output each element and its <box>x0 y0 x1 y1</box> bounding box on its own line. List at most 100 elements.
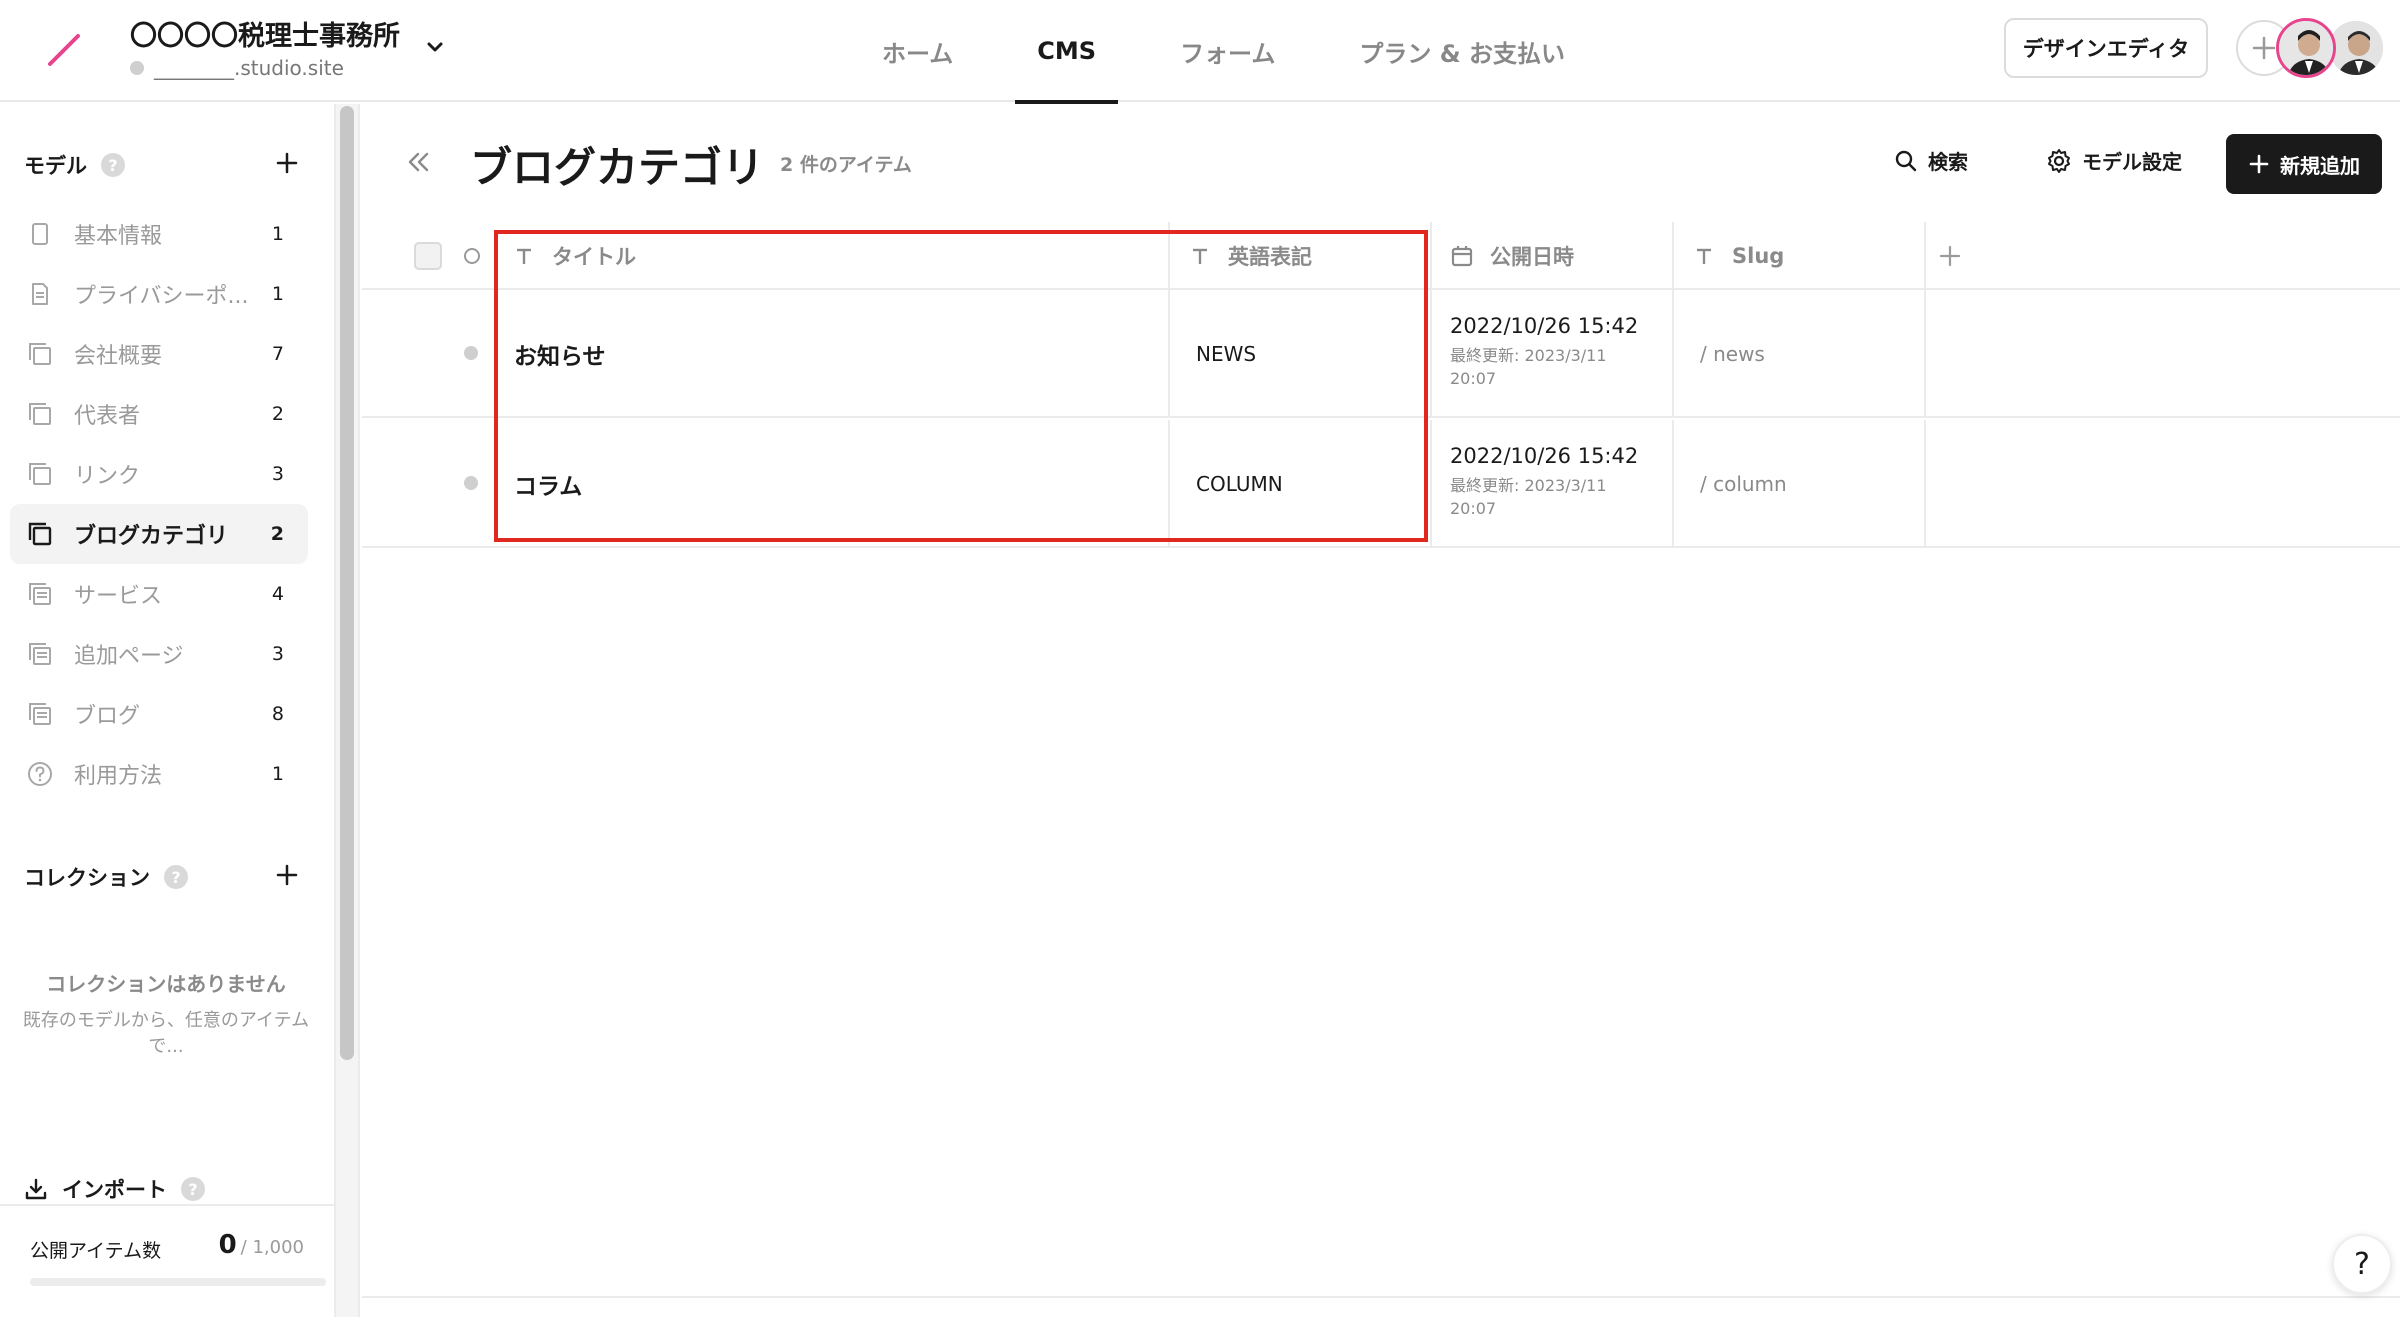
sidebar-item-how-to-use[interactable]: 利用方法 1 <box>10 744 308 804</box>
sidebar-item-count: 3 <box>271 463 284 485</box>
empty-collections-title: コレクションはありません <box>46 972 286 996</box>
cell-english[interactable]: NEWS <box>1168 290 1430 418</box>
sidebar-item-basic-info[interactable]: 基本情報 1 <box>10 204 308 264</box>
collection-icon <box>29 463 51 485</box>
sidebar-item-count: 4 <box>271 583 284 605</box>
site-url-row: ________.studio.site <box>130 56 344 80</box>
top-bar: 〇〇〇〇税理士事務所 ________.studio.site ホーム CMS … <box>0 0 2400 104</box>
add-collection-button[interactable] <box>274 862 300 888</box>
select-all-checkbox[interactable] <box>414 242 442 270</box>
import-button[interactable]: インポート ? <box>24 1174 205 1204</box>
add-item-label: 新規追加 <box>2280 153 2360 178</box>
cell-empty <box>1924 420 2400 548</box>
models-heading: モデル ? <box>24 150 125 180</box>
sidebar-item-count: 1 <box>271 223 284 245</box>
table-row[interactable]: お知らせ NEWS 2022/10/26 15:42 最終更新: 2023/3/… <box>362 290 2400 418</box>
cell-english[interactable]: COLUMN <box>1168 420 1430 548</box>
sidebar-item-label: プライバシーポ... <box>74 284 249 309</box>
sidebar-item-label: ブログ <box>74 704 141 729</box>
table-row[interactable]: コラム COLUMN 2022/10/26 15:42 最終更新: 2023/3… <box>362 420 2400 548</box>
column-header-english[interactable]: 英語表記 <box>1168 222 1428 290</box>
draft-status-dot <box>464 476 478 490</box>
list-collection-icon <box>29 703 51 725</box>
studio-logo-icon[interactable] <box>44 30 84 70</box>
site-name[interactable]: 〇〇〇〇税理士事務所 <box>130 14 400 53</box>
empty-collections-desc: 既存のモデルから、任意のアイテムで... <box>22 1010 310 1057</box>
cell-title[interactable]: お知らせ <box>494 290 1168 418</box>
plus-icon <box>2252 36 2276 60</box>
published-count-limit: / 1,000 <box>240 1237 304 1258</box>
sidebar-scrollbar[interactable] <box>340 106 354 1060</box>
published-count-value: 0 <box>218 1230 237 1260</box>
cell-published-at[interactable]: 2022/10/26 15:42 最終更新: 2023/3/11 20:07 <box>1430 290 1672 418</box>
list-collection-icon <box>29 583 51 605</box>
draft-status-dot <box>464 346 478 360</box>
sidebar-item-additional-pages[interactable]: 追加ページ 3 <box>10 624 308 684</box>
sidebar-item-label: ブログカテゴリ <box>74 524 229 549</box>
search-button[interactable]: 検索 <box>1894 146 1968 175</box>
cell-slug[interactable]: / column <box>1672 420 1924 548</box>
column-label: 公開日時 <box>1490 245 1574 269</box>
collection-icon <box>29 403 51 425</box>
horizontal-scrollbar-track <box>362 1296 2400 1298</box>
tab-plan-billing[interactable]: プラン & お支払い <box>1337 0 1587 102</box>
user-avatar-icon <box>2279 21 2333 75</box>
published-items-progress <box>30 1278 326 1286</box>
help-button[interactable]: ? <box>2332 1234 2392 1294</box>
single-page-icon <box>32 223 48 245</box>
site-url: ________.studio.site <box>154 56 344 80</box>
sidebar-item-count: 2 <box>270 523 284 545</box>
sidebar-item-label: サービス <box>74 584 163 609</box>
avatar[interactable] <box>2276 18 2336 78</box>
sidebar-item-company-overview[interactable]: 会社概要 7 <box>10 324 308 384</box>
tab-form[interactable]: フォーム <box>1158 0 1297 102</box>
collapse-sidebar-icon[interactable] <box>404 148 432 176</box>
column-header-title[interactable]: タイトル <box>494 222 1134 290</box>
sidebar-item-representative[interactable]: 代表者 2 <box>10 384 308 444</box>
add-column-button[interactable] <box>1936 242 1964 270</box>
sidebar-item-count: 3 <box>271 643 284 665</box>
published-items-footer: 公開アイテム数 0/ 1,000 <box>0 1204 334 1317</box>
add-model-button[interactable] <box>274 150 300 176</box>
tab-cms[interactable]: CMS <box>1015 0 1118 104</box>
collection-icon <box>28 522 52 546</box>
published-items-label: 公開アイテム数 <box>30 1240 162 1262</box>
design-editor-button[interactable]: デザインエディタ <box>2004 18 2208 78</box>
text-type-icon <box>517 248 531 264</box>
sidebar-item-blog-category[interactable]: ブログカテゴリ 2 <box>10 504 308 564</box>
sidebar-item-label: 利用方法 <box>74 764 163 789</box>
search-icon <box>1895 150 1917 171</box>
import-label: インポート <box>62 1178 167 1202</box>
last-updated: 最終更新: 2023/3/11 20:07 <box>1450 476 1607 518</box>
sidebar-item-privacy-policy[interactable]: プライバシーポ... 1 <box>10 264 308 324</box>
question-circle-icon <box>28 762 52 786</box>
gear-icon <box>2048 148 2070 173</box>
sidebar-item-blog[interactable]: ブログ 8 <box>10 684 308 744</box>
help-icon[interactable]: ? <box>164 865 188 889</box>
published-date: 2022/10/26 15:42 <box>1450 314 1639 338</box>
add-item-button[interactable]: 新規追加 <box>2226 134 2382 194</box>
help-icon[interactable]: ? <box>101 153 125 177</box>
last-updated: 最終更新: 2023/3/11 20:07 <box>1450 346 1607 388</box>
chevron-down-icon[interactable] <box>422 34 448 60</box>
cell-title[interactable]: コラム <box>494 420 1168 548</box>
help-icon[interactable]: ? <box>181 1177 205 1201</box>
sidebar-item-links[interactable]: リンク 3 <box>10 444 308 504</box>
collection-icon <box>29 343 51 365</box>
download-icon <box>25 1178 47 1200</box>
tab-home[interactable]: ホーム <box>860 0 975 102</box>
page-title: ブログカテゴリ <box>470 143 765 192</box>
cell-published-at[interactable]: 2022/10/26 15:42 最終更新: 2023/3/11 20:07 <box>1430 420 1672 548</box>
column-header-published-at[interactable]: 公開日時 <box>1430 222 1684 290</box>
column-header-slug[interactable]: Slug <box>1672 222 1924 290</box>
sidebar-item-services[interactable]: サービス 4 <box>10 564 308 624</box>
table-header: タイトル 英語表記 公開日時 Slug <box>362 222 2400 290</box>
status-column-icon <box>464 248 480 264</box>
publish-status-dot <box>130 61 144 75</box>
sidebar: モデル ? 基本情報 1 プライバシーポ... 1 会社概要 7 代表者 2 リ… <box>0 104 336 1317</box>
search-label: 検索 <box>1928 150 1968 174</box>
cell-slug[interactable]: / news <box>1672 290 1924 418</box>
model-settings-button[interactable]: モデル設定 <box>2046 146 2182 175</box>
calendar-icon <box>1451 246 1473 267</box>
document-icon <box>32 283 48 305</box>
